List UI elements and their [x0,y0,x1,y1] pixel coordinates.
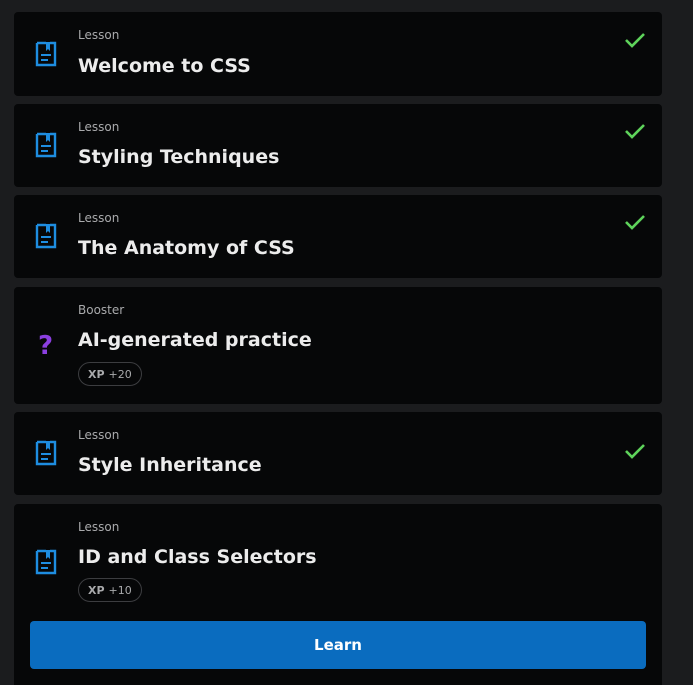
xp-badge: XP +10 [78,578,142,602]
item-type: Lesson [78,520,120,534]
item-type: Lesson [78,211,120,225]
item-title: The Anatomy of CSS [78,237,295,259]
item-title: Style Inheritance [78,454,262,476]
item-title: ID and Class Selectors [78,546,317,568]
booster-card-ai-practice[interactable]: ? Booster AI-generated practice XP +20 [14,287,662,404]
lesson-card-anatomy-of-css[interactable]: Lesson The Anatomy of CSS [14,195,662,278]
check-icon [625,33,645,48]
learn-button[interactable]: Learn [30,621,646,669]
lesson-card-welcome-to-css[interactable]: Lesson Welcome to CSS [14,12,662,96]
check-icon [625,444,645,459]
lesson-card-style-inheritance[interactable]: Lesson Style Inheritance [14,412,662,495]
lesson-card-id-and-class-selectors[interactable]: Lesson ID and Class Selectors XP +10 Lea… [14,504,662,685]
lesson-card-styling-techniques[interactable]: Lesson Styling Techniques [14,104,662,187]
item-type: Lesson [78,28,120,42]
lesson-icon [35,440,57,466]
check-icon [625,215,645,230]
lesson-list: Lesson Welcome to CSS Lesson Styling Tec… [0,0,693,685]
lesson-icon [35,41,57,67]
xp-label: XP [88,367,105,381]
item-title: Styling Techniques [78,146,280,168]
xp-label: XP [88,583,105,597]
xp-badge: XP +20 [78,362,142,386]
question-mark-icon: ? [38,331,54,361]
lesson-icon [35,132,57,158]
item-type: Booster [78,303,125,317]
lesson-icon [35,549,57,575]
xp-value: +10 [108,583,132,597]
item-type: Lesson [78,428,120,442]
lesson-icon [35,223,57,249]
item-title: AI-generated practice [78,329,312,351]
item-type: Lesson [78,120,120,134]
item-title: Welcome to CSS [78,55,251,77]
check-icon [625,124,645,139]
xp-value: +20 [108,367,132,381]
